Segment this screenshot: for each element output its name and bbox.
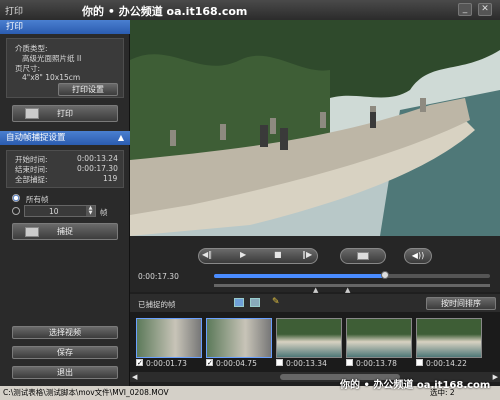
exit-button[interactable]: 退出	[12, 366, 118, 379]
frame-time: 0:00:04.75	[216, 359, 257, 368]
volume-button[interactable]: ◀))	[404, 248, 432, 264]
window-title: 打印	[5, 7, 24, 17]
capture-button[interactable]: 捕捉	[12, 223, 118, 240]
print-settings-button[interactable]: 打印设置	[58, 83, 118, 96]
frame-checkbox[interactable]: ✓	[136, 359, 143, 367]
spin-icon[interactable]: ▲ ▼	[86, 206, 95, 216]
end-time-value: 0:00:17.30	[77, 164, 118, 173]
play-button[interactable]: ▶	[240, 250, 246, 259]
thumbnail-frame[interactable]: ✓ 0:00:04.75	[206, 318, 272, 368]
total-capture-label: 全部捕捉:	[15, 175, 48, 184]
sort-by-time-button[interactable]: 按时间排序	[426, 297, 496, 310]
next-frame-button[interactable]: ‖▶	[302, 250, 312, 259]
edit-icon[interactable]: ✎	[272, 297, 280, 307]
prev-frame-button[interactable]: ◀‖	[202, 250, 212, 259]
thumbnail-frame[interactable]: 0:00:14.22	[416, 318, 482, 368]
interval-radio[interactable]	[12, 207, 20, 215]
minimize-button[interactable]: _	[458, 3, 472, 16]
file-path: C:\测试表格\测试脚本\mov文件\MVI_0208.MOV	[3, 388, 169, 397]
capture-section-header[interactable]: 自动帧捕捉设置 ▲	[0, 131, 130, 145]
stop-button[interactable]: ■	[274, 250, 282, 259]
printer-icon	[25, 108, 39, 119]
frame-checkbox[interactable]: ✓	[206, 359, 213, 367]
transport-bar	[198, 248, 318, 264]
total-capture-value: 119	[103, 174, 118, 183]
frame-checkbox[interactable]	[346, 359, 353, 366]
page-size-value: 4"x8" 10x15cm	[22, 73, 81, 82]
video-preview[interactable]	[130, 20, 500, 236]
print-button[interactable]: 打印	[12, 105, 118, 122]
seek-progress	[214, 274, 386, 278]
thumbnail-frame[interactable]: 0:00:13.34	[276, 318, 342, 368]
thumbnail-frame[interactable]: 0:00:13.78	[346, 318, 412, 368]
frame-time: 0:00:13.34	[286, 359, 327, 368]
capture-button-label: 捕捉	[57, 227, 73, 236]
watermark-bottom: 你的 • 办公频道 oa.it168.com	[340, 380, 491, 391]
scroll-left-icon[interactable]: ◀	[132, 373, 137, 381]
speaker-icon: ◀))	[411, 251, 425, 260]
frame-time: 0:00:14.22	[426, 359, 467, 368]
collapse-arrow-icon: ▲	[117, 133, 124, 142]
thumbnail-strip: ✓ 0:00:01.73 ✓ 0:00:04.75 0:00:13.34 0:0…	[130, 312, 500, 372]
print-button-label: 打印	[57, 109, 73, 118]
frame-checkbox[interactable]	[416, 359, 423, 366]
save-button[interactable]: 保存	[12, 346, 118, 359]
range-start-marker-icon[interactable]: ▲	[313, 286, 318, 294]
all-frames-label: 所有帧	[26, 195, 49, 204]
all-frames-radio[interactable]	[12, 194, 20, 202]
seek-track[interactable]	[214, 274, 490, 278]
select-video-button[interactable]: 选择视频	[12, 326, 118, 339]
start-time-value: 0:00:13.24	[77, 154, 118, 163]
interval-value: 10	[49, 207, 59, 216]
camera-icon	[357, 252, 369, 260]
snapshot-button[interactable]	[340, 248, 386, 264]
close-button[interactable]: ✕	[478, 3, 492, 16]
interval-unit: 帧	[100, 208, 108, 217]
frame-time: 0:00:01.73	[146, 359, 187, 368]
captured-frames-label: 已捕捉的帧	[138, 300, 176, 309]
range-end-marker-icon[interactable]: ▲	[345, 286, 350, 294]
title-bar	[0, 0, 500, 20]
current-time: 0:00:17.30	[138, 272, 179, 281]
frame-checkbox[interactable]	[276, 359, 283, 366]
scroll-right-icon[interactable]: ▶	[493, 373, 498, 381]
capture-section-title: 自动帧捕捉设置	[6, 133, 66, 143]
print-section-header[interactable]: 打印	[0, 20, 130, 34]
grid-view-icon[interactable]	[234, 298, 244, 307]
interval-input[interactable]: 10 ▲ ▼	[24, 205, 96, 217]
list-view-icon[interactable]	[250, 298, 260, 307]
frame-time: 0:00:13.78	[356, 359, 397, 368]
capture-icon	[25, 227, 39, 237]
range-track[interactable]	[214, 284, 490, 287]
thumbnail-frame[interactable]: ✓ 0:00:01.73	[136, 318, 202, 368]
watermark-top: 你的 • 办公频道 oa.it168.com	[82, 5, 248, 18]
